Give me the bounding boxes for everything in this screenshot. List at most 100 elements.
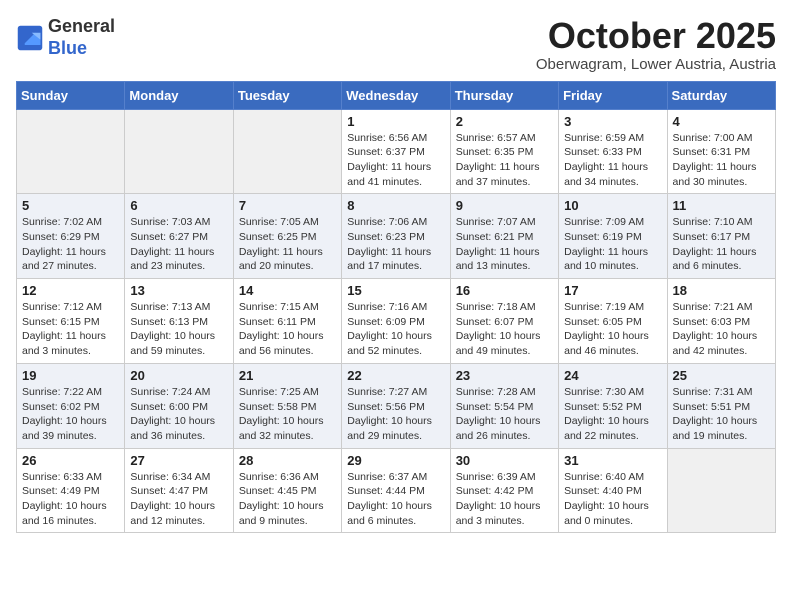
day-info: Sunrise: 6:39 AM Sunset: 4:42 PM Dayligh…	[456, 470, 553, 529]
day-number: 28	[239, 453, 336, 468]
day-number: 19	[22, 368, 119, 383]
day-info: Sunrise: 7:06 AM Sunset: 6:23 PM Dayligh…	[347, 215, 444, 274]
calendar-cell: 8 Sunrise: 7:06 AM Sunset: 6:23 PM Daylig…	[342, 194, 450, 279]
day-number: 21	[239, 368, 336, 383]
calendar-cell: 31 Sunrise: 6:40 AM Sunset: 4:40 PM Dayli…	[559, 448, 667, 533]
calendar-week-row: 26Sunrise: 6:33 AM Sunset: 4:49 PM Dayli…	[17, 448, 776, 533]
logo-icon	[16, 24, 44, 52]
day-number: 8	[347, 198, 444, 213]
day-number: 10	[564, 198, 661, 213]
day-number: 27	[130, 453, 227, 468]
day-info: Sunrise: 7:12 AM Sunset: 6:15 PM Dayligh…	[22, 300, 119, 359]
day-number: 5	[22, 198, 119, 213]
day-info: Sunrise: 7:16 AM Sunset: 6:09 PM Dayligh…	[347, 300, 444, 359]
day-number: 17	[564, 283, 661, 298]
calendar-cell: 18 Sunrise: 7:21 AM Sunset: 6:03 PM Dayli…	[667, 279, 775, 364]
day-number: 25	[673, 368, 770, 383]
calendar-cell: 23 Sunrise: 7:28 AM Sunset: 5:54 PM Dayli…	[450, 363, 558, 448]
calendar-cell	[233, 109, 341, 194]
calendar-cell: 16Sunrise: 7:18 AM Sunset: 6:07 PM Dayli…	[450, 279, 558, 364]
day-number: 12	[22, 283, 119, 298]
weekday-header: Wednesday	[342, 81, 450, 109]
logo-text: General Blue	[48, 16, 115, 59]
title-block: October 2025 Oberwagram, Lower Austria, …	[536, 16, 776, 73]
calendar-week-row: 5Sunrise: 7:02 AM Sunset: 6:29 PM Daylig…	[17, 194, 776, 279]
day-number: 23	[456, 368, 553, 383]
calendar-cell: 25 Sunrise: 7:31 AM Sunset: 5:51 PM Dayli…	[667, 363, 775, 448]
weekday-header: Friday	[559, 81, 667, 109]
day-number: 6	[130, 198, 227, 213]
day-info: Sunrise: 7:09 AM Sunset: 6:19 PM Dayligh…	[564, 215, 661, 274]
day-number: 20	[130, 368, 227, 383]
day-number: 11	[673, 198, 770, 213]
day-info: Sunrise: 7:28 AM Sunset: 5:54 PM Dayligh…	[456, 385, 553, 444]
calendar-cell: 17Sunrise: 7:19 AM Sunset: 6:05 PM Dayli…	[559, 279, 667, 364]
calendar-cell	[667, 448, 775, 533]
day-info: Sunrise: 6:57 AM Sunset: 6:35 PM Dayligh…	[456, 131, 553, 190]
day-info: Sunrise: 6:36 AM Sunset: 4:45 PM Dayligh…	[239, 470, 336, 529]
calendar-week-row: 1Sunrise: 6:56 AM Sunset: 6:37 PM Daylig…	[17, 109, 776, 194]
day-number: 31	[564, 453, 661, 468]
day-number: 29	[347, 453, 444, 468]
day-number: 1	[347, 114, 444, 129]
day-number: 13	[130, 283, 227, 298]
calendar-cell: 29 Sunrise: 6:37 AM Sunset: 4:44 PM Dayli…	[342, 448, 450, 533]
calendar-cell: 5Sunrise: 7:02 AM Sunset: 6:29 PM Daylig…	[17, 194, 125, 279]
calendar-cell: 26Sunrise: 6:33 AM Sunset: 4:49 PM Dayli…	[17, 448, 125, 533]
calendar-cell: 12 Sunrise: 7:12 AM Sunset: 6:15 PM Dayli…	[17, 279, 125, 364]
weekday-header: Saturday	[667, 81, 775, 109]
calendar-table: SundayMondayTuesdayWednesdayThursdayFrid…	[16, 81, 776, 534]
day-info: Sunrise: 6:59 AM Sunset: 6:33 PM Dayligh…	[564, 131, 661, 190]
calendar-cell: 3Sunrise: 6:59 AM Sunset: 6:33 PM Daylig…	[559, 109, 667, 194]
weekday-header: Thursday	[450, 81, 558, 109]
month-title: October 2025	[536, 16, 776, 56]
day-number: 7	[239, 198, 336, 213]
day-info: Sunrise: 7:21 AM Sunset: 6:03 PM Dayligh…	[673, 300, 770, 359]
day-info: Sunrise: 7:00 AM Sunset: 6:31 PM Dayligh…	[673, 131, 770, 190]
day-info: Sunrise: 7:31 AM Sunset: 5:51 PM Dayligh…	[673, 385, 770, 444]
day-info: Sunrise: 7:30 AM Sunset: 5:52 PM Dayligh…	[564, 385, 661, 444]
calendar-cell: 19 Sunrise: 7:22 AM Sunset: 6:02 PM Dayli…	[17, 363, 125, 448]
calendar-cell: 22 Sunrise: 7:27 AM Sunset: 5:56 PM Dayli…	[342, 363, 450, 448]
day-number: 16	[456, 283, 553, 298]
day-number: 15	[347, 283, 444, 298]
day-number: 22	[347, 368, 444, 383]
day-number: 18	[673, 283, 770, 298]
day-info: Sunrise: 7:27 AM Sunset: 5:56 PM Dayligh…	[347, 385, 444, 444]
calendar-cell: 4 Sunrise: 7:00 AM Sunset: 6:31 PM Daylig…	[667, 109, 775, 194]
calendar-cell: 10 Sunrise: 7:09 AM Sunset: 6:19 PM Dayli…	[559, 194, 667, 279]
weekday-header-row: SundayMondayTuesdayWednesdayThursdayFrid…	[17, 81, 776, 109]
day-info: Sunrise: 7:03 AM Sunset: 6:27 PM Dayligh…	[130, 215, 227, 274]
day-info: Sunrise: 6:40 AM Sunset: 4:40 PM Dayligh…	[564, 470, 661, 529]
day-info: Sunrise: 7:22 AM Sunset: 6:02 PM Dayligh…	[22, 385, 119, 444]
day-info: Sunrise: 7:07 AM Sunset: 6:21 PM Dayligh…	[456, 215, 553, 274]
calendar-cell: 7 Sunrise: 7:05 AM Sunset: 6:25 PM Daylig…	[233, 194, 341, 279]
weekday-header: Monday	[125, 81, 233, 109]
logo: General Blue	[16, 16, 115, 59]
calendar-cell	[125, 109, 233, 194]
day-info: Sunrise: 7:05 AM Sunset: 6:25 PM Dayligh…	[239, 215, 336, 274]
calendar-cell: 13Sunrise: 7:13 AM Sunset: 6:13 PM Dayli…	[125, 279, 233, 364]
calendar-cell: 2 Sunrise: 6:57 AM Sunset: 6:35 PM Daylig…	[450, 109, 558, 194]
calendar-cell: 20Sunrise: 7:24 AM Sunset: 6:00 PM Dayli…	[125, 363, 233, 448]
weekday-header: Tuesday	[233, 81, 341, 109]
calendar-cell: 1Sunrise: 6:56 AM Sunset: 6:37 PM Daylig…	[342, 109, 450, 194]
calendar-week-row: 19 Sunrise: 7:22 AM Sunset: 6:02 PM Dayli…	[17, 363, 776, 448]
day-number: 2	[456, 114, 553, 129]
day-number: 14	[239, 283, 336, 298]
calendar-cell: 30Sunrise: 6:39 AM Sunset: 4:42 PM Dayli…	[450, 448, 558, 533]
day-info: Sunrise: 6:37 AM Sunset: 4:44 PM Dayligh…	[347, 470, 444, 529]
calendar-cell: 24 Sunrise: 7:30 AM Sunset: 5:52 PM Dayli…	[559, 363, 667, 448]
location: Oberwagram, Lower Austria, Austria	[536, 56, 776, 73]
calendar-cell	[17, 109, 125, 194]
weekday-header: Sunday	[17, 81, 125, 109]
day-number: 4	[673, 114, 770, 129]
day-number: 24	[564, 368, 661, 383]
day-info: Sunrise: 6:33 AM Sunset: 4:49 PM Dayligh…	[22, 470, 119, 529]
day-info: Sunrise: 7:10 AM Sunset: 6:17 PM Dayligh…	[673, 215, 770, 274]
page-header: General Blue October 2025 Oberwagram, Lo…	[16, 16, 776, 73]
calendar-cell: 28 Sunrise: 6:36 AM Sunset: 4:45 PM Dayli…	[233, 448, 341, 533]
calendar-cell: 14Sunrise: 7:15 AM Sunset: 6:11 PM Dayli…	[233, 279, 341, 364]
calendar-cell: 11 Sunrise: 7:10 AM Sunset: 6:17 PM Dayli…	[667, 194, 775, 279]
calendar-week-row: 12 Sunrise: 7:12 AM Sunset: 6:15 PM Dayli…	[17, 279, 776, 364]
